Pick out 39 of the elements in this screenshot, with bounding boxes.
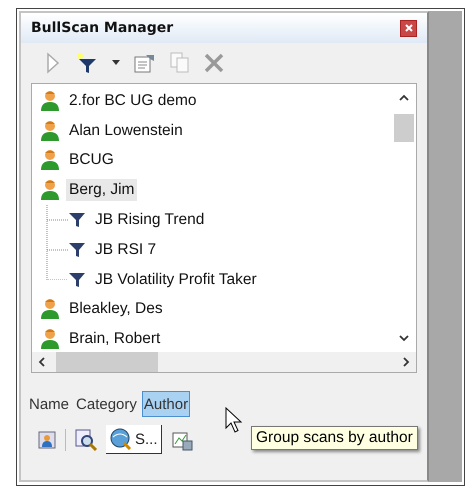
person-icon — [40, 328, 60, 350]
person-icon — [40, 149, 60, 172]
scroll-up-icon[interactable] — [399, 94, 409, 102]
group-tab[interactable]: Author — [142, 391, 190, 417]
author-item[interactable]: Berg, Jim — [66, 179, 138, 202]
funnel-icon[interactable] — [74, 51, 98, 75]
author-item[interactable]: BCUG — [66, 149, 117, 172]
tooltip: Group scans by author — [251, 426, 418, 450]
scan-item[interactable]: JB RSI 7 — [92, 238, 160, 261]
close-icon — [404, 23, 414, 33]
author-item[interactable]: Brain, Robert — [66, 328, 164, 350]
globe-icon — [109, 428, 133, 450]
scan-item[interactable]: JB Volatility Profit Taker — [92, 268, 260, 291]
close-button[interactable] — [400, 20, 417, 36]
person-icon — [40, 120, 60, 142]
scan-item[interactable]: JB Rising Trend — [92, 209, 208, 232]
scroll-thumb[interactable] — [394, 114, 414, 142]
funnel-icon — [68, 211, 86, 230]
group-tab[interactable]: Name — [27, 391, 72, 417]
panel-tab[interactable]: S... — [106, 425, 162, 454]
mouse-pointer-icon — [225, 407, 243, 433]
person-icon — [40, 298, 60, 320]
group-tab[interactable]: Category — [74, 391, 139, 417]
funnel-icon — [68, 270, 86, 289]
tree-line — [46, 205, 68, 236]
horizontal-scrollbar[interactable] — [32, 352, 416, 372]
author-item[interactable]: Bleakley, Des — [66, 298, 166, 320]
person-icon — [40, 179, 60, 202]
properties-icon[interactable] — [134, 52, 156, 74]
window-title: BullScan Manager — [31, 20, 174, 36]
scroll-thumb[interactable] — [56, 352, 158, 372]
author-item[interactable]: Alan Lowenstein — [66, 120, 186, 142]
author-item[interactable]: 2.for BC UG demo — [66, 90, 200, 112]
person-icon — [40, 90, 60, 112]
scroll-left-icon[interactable] — [38, 357, 46, 367]
scroll-right-icon[interactable] — [402, 357, 410, 367]
scroll-down-icon[interactable] — [399, 334, 409, 342]
caret-icon[interactable] — [112, 60, 120, 66]
funnel-icon — [68, 240, 86, 259]
